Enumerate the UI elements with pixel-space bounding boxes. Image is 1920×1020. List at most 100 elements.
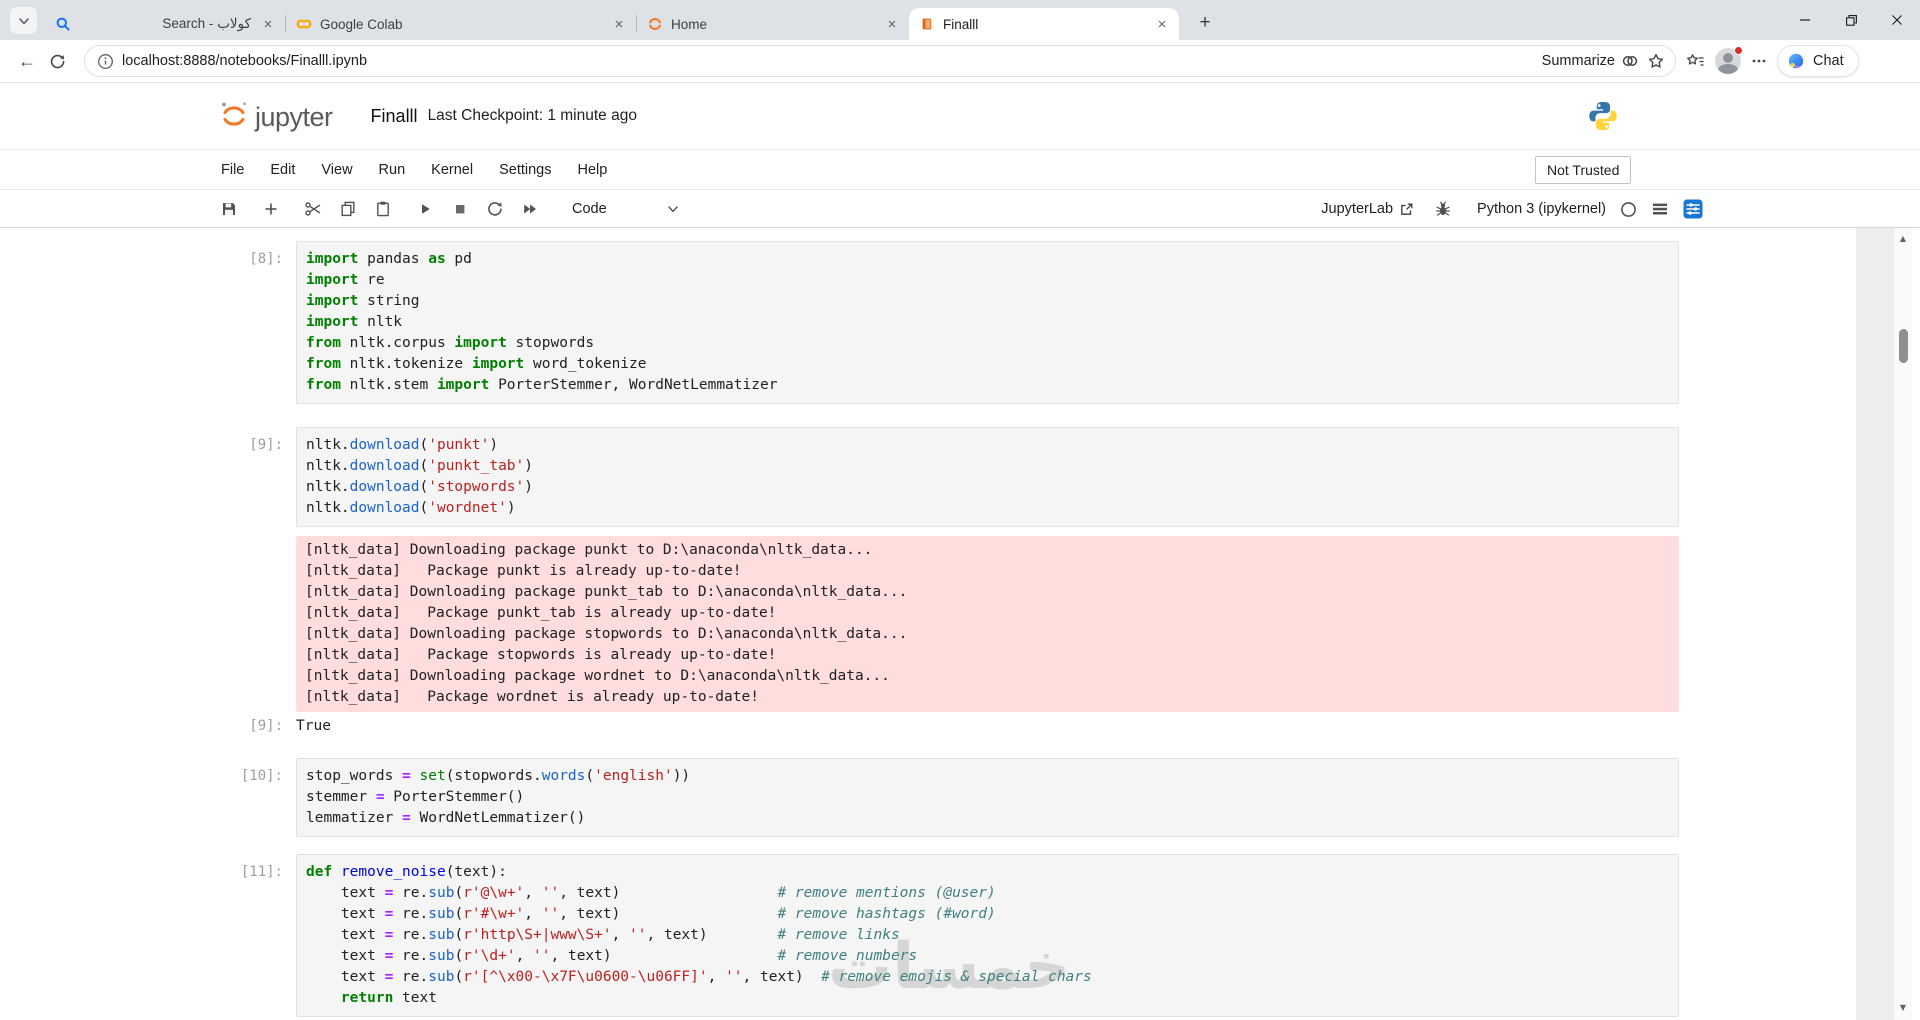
notebook-icon	[919, 16, 935, 32]
more-menu-button[interactable]	[1751, 53, 1767, 69]
close-icon[interactable]: ×	[883, 15, 901, 33]
code-cell: [10]:stop_words = set(stopwords.words('e…	[0, 758, 1920, 837]
profile-button[interactable]	[1715, 48, 1741, 74]
tab-title: Finalll	[943, 17, 1145, 32]
browser-tab-bar: Search - كولاب × Google Colab × Home × F…	[0, 0, 1920, 40]
cell-editor[interactable]: nltk.download('punkt')nltk.download('pun…	[296, 427, 1679, 527]
ellipsis-icon	[1751, 53, 1767, 69]
scroll-thumb[interactable]	[1899, 329, 1908, 363]
checkpoint-status: Last Checkpoint: 1 minute ago	[428, 107, 637, 125]
close-icon	[1891, 14, 1903, 26]
paste-icon	[374, 200, 392, 218]
jupyter-wordmark: jupyter	[255, 102, 333, 132]
minimize-icon	[1799, 14, 1811, 26]
paste-cell-button[interactable]	[368, 195, 398, 223]
menu-settings[interactable]: Settings	[486, 156, 564, 184]
restore-icon	[1845, 14, 1858, 27]
copy-icon	[339, 200, 357, 218]
browser-window: Search - كولاب × Google Colab × Home × F…	[0, 0, 1920, 1020]
fast-forward-icon	[521, 200, 539, 218]
menu-kernel[interactable]: Kernel	[418, 156, 486, 184]
url-text[interactable]: localhost:8888/notebooks/Finalll.ipynb	[122, 53, 1534, 69]
input-prompt: [11]:	[0, 854, 296, 1017]
browser-tab-home[interactable]: Home ×	[637, 8, 909, 40]
copy-cell-button[interactable]	[333, 195, 363, 223]
cell-type-dropdown[interactable]: Code	[566, 195, 686, 223]
external-link-icon	[1399, 202, 1414, 217]
cut-cell-button[interactable]	[298, 195, 328, 223]
output-prompt: [9]:	[0, 716, 296, 737]
run-cell-button[interactable]	[410, 195, 440, 223]
cell-editor[interactable]: stop_words = set(stopwords.words('englis…	[296, 758, 1679, 837]
tab-title: Home	[671, 17, 875, 32]
restart-kernel-button[interactable]	[480, 195, 510, 223]
toolbar-right: JupyterLab Python 3 (ipykernel)	[1321, 190, 1703, 228]
summarize-button[interactable]: Summarize	[1542, 52, 1639, 70]
code-cell: [8]:import pandas as pdimport reimport s…	[0, 241, 1920, 404]
menu-file[interactable]: File	[208, 156, 257, 184]
execute-result: [9]:True	[0, 716, 1920, 737]
interrupt-kernel-button[interactable]	[445, 195, 475, 223]
scroll-up-arrow[interactable]: ▲	[1900, 228, 1906, 249]
trust-status-button[interactable]: Not Trusted	[1535, 156, 1631, 184]
close-icon[interactable]: ×	[259, 15, 277, 33]
site-info-icon[interactable]	[97, 53, 114, 70]
browser-tab-finalll[interactable]: Finalll ×	[909, 8, 1179, 40]
code-cell: [9]:nltk.download('punkt')nltk.download(…	[0, 427, 1920, 527]
settings-panel-icon[interactable]	[1683, 199, 1703, 219]
table-of-contents-icon[interactable]	[1651, 200, 1669, 218]
scrollbar[interactable]: ▲ ▼	[1893, 228, 1912, 1020]
reload-button[interactable]	[42, 46, 72, 76]
cell-editor[interactable]: def remove_noise(text): text = re.sub(r'…	[296, 854, 1679, 1017]
star-icon	[1647, 52, 1665, 70]
search-icon	[55, 16, 71, 32]
cell-editor[interactable]: import pandas as pdimport reimport strin…	[296, 241, 1679, 404]
open-jupyterlab-link[interactable]: JupyterLab	[1321, 201, 1414, 217]
address-bar[interactable]: localhost:8888/notebooks/Finalll.ipynb S…	[84, 45, 1676, 77]
python-logo-icon	[1586, 99, 1620, 133]
stop-icon	[451, 200, 469, 218]
bug-icon	[1434, 200, 1452, 218]
close-icon[interactable]: ×	[1153, 15, 1171, 33]
browser-tab-colab[interactable]: Google Colab ×	[286, 8, 636, 40]
restore-button[interactable]	[1828, 0, 1874, 40]
input-prompt: [10]:	[0, 758, 296, 837]
jupyter-menubar: File Edit View Run Kernel Settings Help …	[0, 150, 1920, 190]
save-button[interactable]	[214, 195, 244, 223]
minimize-button[interactable]	[1782, 0, 1828, 40]
run-all-button[interactable]	[515, 195, 545, 223]
jupyter-toolbar: Code JupyterLab Python 3 (ipykernel)	[0, 190, 1920, 228]
tab-title: Google Colab	[320, 17, 602, 32]
new-tab-button[interactable]: +	[1191, 9, 1219, 37]
debugger-button[interactable]	[1428, 195, 1458, 223]
jupyter-logo[interactable]: jupyter	[218, 100, 333, 132]
scroll-down-arrow[interactable]: ▼	[1900, 997, 1906, 1018]
browser-address-bar: ← localhost:8888/notebooks/Finalll.ipynb…	[0, 40, 1920, 83]
play-icon	[416, 200, 434, 218]
kernel-name[interactable]: Python 3 (ipykernel)	[1477, 201, 1606, 217]
menu-help[interactable]: Help	[564, 156, 620, 184]
stderr-output: [nltk_data] Downloading package punkt to…	[0, 536, 1920, 712]
colab-icon	[296, 16, 312, 32]
menu-edit[interactable]: Edit	[257, 156, 308, 184]
favorites-bar-button[interactable]	[1686, 52, 1705, 70]
browser-tab-search[interactable]: Search - كولاب ×	[45, 8, 285, 40]
reload-icon	[49, 53, 66, 70]
close-icon[interactable]: ×	[610, 15, 628, 33]
menu-run[interactable]: Run	[366, 156, 419, 184]
stderr-text: [nltk_data] Downloading package punkt to…	[296, 536, 1679, 712]
close-window-button[interactable]	[1874, 0, 1920, 40]
back-button[interactable]: ←	[12, 46, 42, 76]
copilot-chat-button[interactable]: Chat	[1777, 45, 1859, 77]
favorite-star-button[interactable]	[1647, 52, 1665, 70]
notebook-title[interactable]: Finalll	[371, 106, 418, 127]
kernel-status-icon[interactable]	[1620, 201, 1637, 218]
code-cell: [11]:def remove_noise(text): text = re.s…	[0, 854, 1920, 1017]
copilot-chat-icon	[1787, 52, 1806, 71]
tab-search-button[interactable]	[10, 7, 37, 34]
plus-icon	[263, 201, 279, 217]
insert-cell-button[interactable]	[256, 195, 286, 223]
menu-view[interactable]: View	[308, 156, 365, 184]
notification-dot	[1734, 46, 1743, 55]
result-text: True	[296, 716, 331, 737]
